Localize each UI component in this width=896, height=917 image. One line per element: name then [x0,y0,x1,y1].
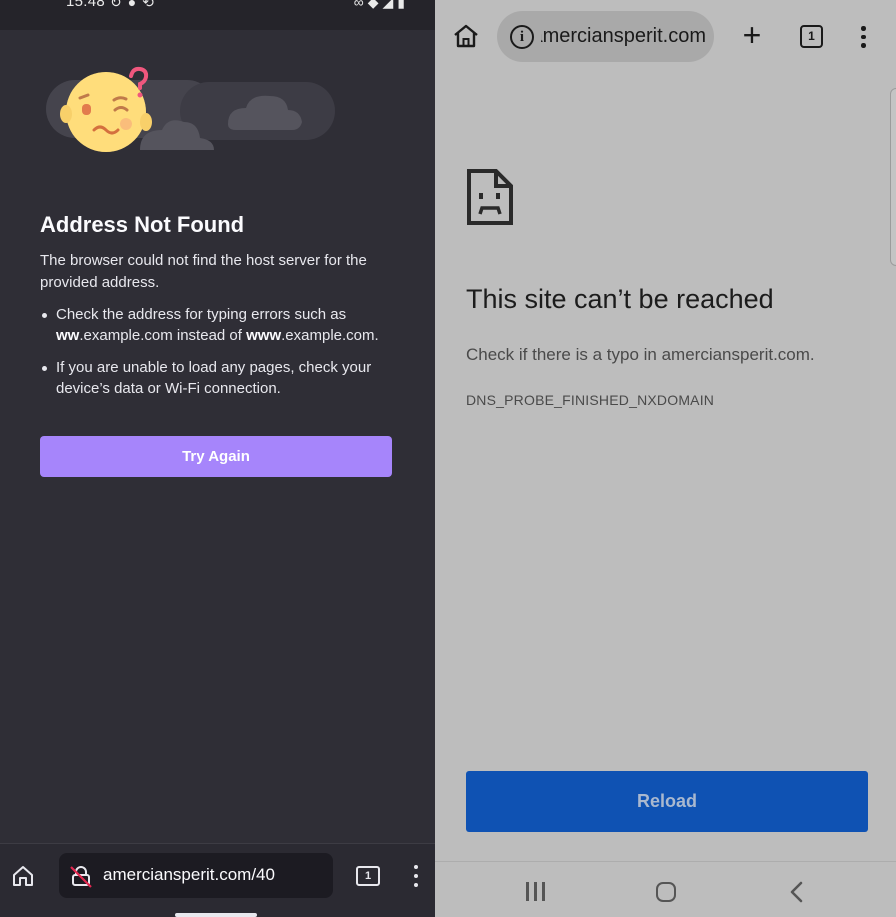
try-again-button[interactable]: Try Again [40,436,392,477]
home-icon[interactable] [452,22,480,50]
firefox-toolbar: amerciansperit.com/40 1 [0,843,435,917]
url-text: amerciansperit.com [541,25,706,47]
tab-counter-icon[interactable]: 1 [356,866,380,886]
error-description: Check if there is a typo in amerciansper… [466,345,815,364]
error-title: This site can’t be reached [466,284,774,314]
kebab-menu-icon[interactable] [853,24,873,50]
info-icon[interactable]: i [510,25,534,49]
firefox-pane: 15:48 ↻●⟲ ∞◆◢▮ Address Not Found The bro… [0,0,435,917]
error-suggestions: Check the address for typing errors such… [40,305,390,411]
system-nav-bar [435,861,896,917]
status-time: 15:48 [66,0,106,10]
plus-icon[interactable]: + [739,19,765,51]
chrome-toolbar: i amerciansperit.com + 1 [435,0,896,72]
edge-panel-handle[interactable] [890,88,896,266]
status-bar: 15:48 ↻●⟲ ∞◆◢▮ [0,0,435,30]
recents-icon[interactable] [526,882,546,902]
nav-home-icon[interactable] [656,882,676,902]
confused-face-illustration [46,66,335,152]
sad-document-icon [467,169,513,225]
gesture-bar[interactable] [175,913,257,917]
back-chevron-icon[interactable] [787,880,807,904]
suggestion-typo: Check the address for typing errors such… [40,305,390,346]
lock-slash-icon[interactable] [69,864,93,888]
omnibox[interactable]: i amerciansperit.com [497,11,714,62]
kebab-menu-icon[interactable] [406,862,426,890]
tab-switcher-icon[interactable]: 1 [800,25,823,48]
suggestion-connection: If you are unable to load any pages, che… [40,358,390,399]
error-description: The browser could not find the host serv… [40,252,367,291]
error-code: DNS_PROBE_FINISHED_NXDOMAIN [466,392,715,408]
status-system-icons: ∞◆◢▮ [353,0,409,10]
error-title: Address Not Found [40,212,245,237]
reload-button[interactable]: Reload [466,771,868,832]
url-text: amerciansperit.com/40 [103,865,275,884]
status-notification-icons: ↻●⟲ [110,0,160,10]
home-icon[interactable] [10,863,36,889]
chrome-pane: i amerciansperit.com + 1 This site can’t… [435,0,896,917]
url-bar[interactable]: amerciansperit.com/40 [59,853,333,898]
